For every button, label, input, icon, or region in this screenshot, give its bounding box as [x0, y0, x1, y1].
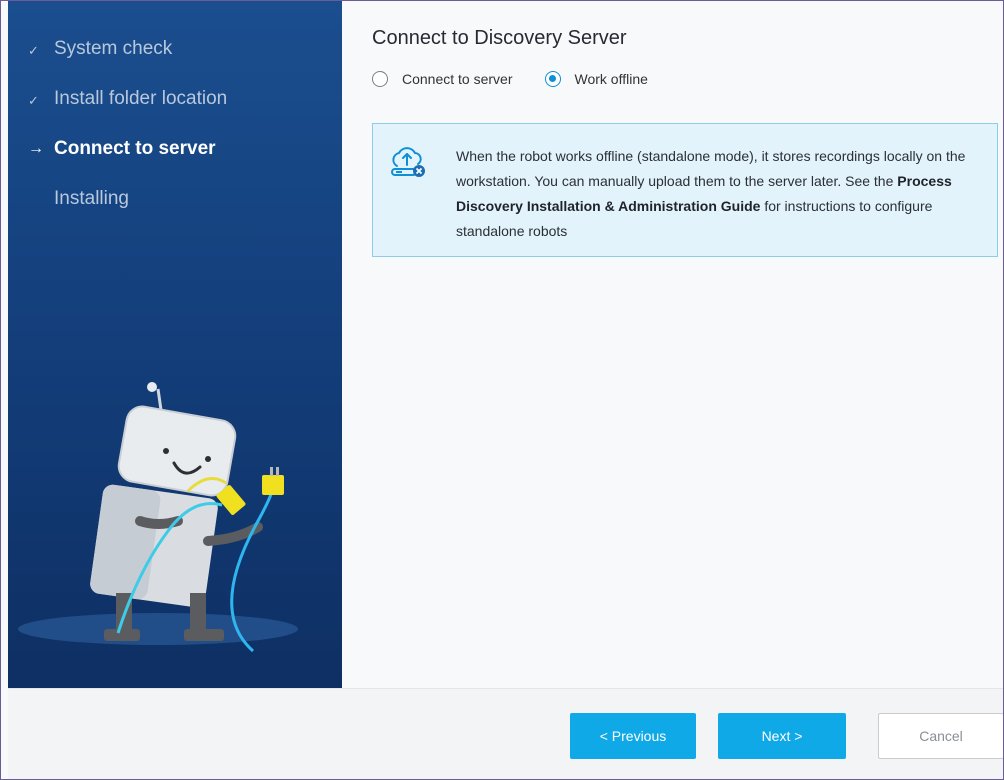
arrow-right-icon: → — [28, 140, 44, 157]
previous-button[interactable]: < Previous — [570, 713, 696, 759]
step-connect-to-server: → Connect to server — [28, 138, 227, 188]
info-box: When the robot works offline (standalone… — [372, 123, 998, 257]
step-system-check: ✓ System check — [28, 38, 227, 88]
info-text: When the robot works offline (standalone… — [456, 144, 976, 244]
main-panel: Connect to Discovery Server Connect to s… — [342, 1, 1003, 688]
page-title: Connect to Discovery Server — [372, 27, 627, 49]
step-label: Install folder location — [54, 88, 228, 109]
radio-label[interactable]: Connect to server — [402, 71, 513, 87]
yellow-plug — [262, 475, 284, 495]
step-list: ✓ System check ✓ Install folder location… — [28, 38, 227, 238]
step-install-folder: ✓ Install folder location — [28, 88, 227, 138]
installer-window: ✓ System check ✓ Install folder location… — [0, 0, 1004, 780]
step-label: System check — [54, 38, 173, 59]
radio-label[interactable]: Work offline — [575, 71, 648, 87]
radio-connect-to-server[interactable]: Connect to server — [372, 71, 513, 87]
checkmark-icon: ✓ — [28, 43, 39, 58]
connection-mode-group: Connect to server Work offline — [372, 71, 680, 87]
next-button[interactable]: Next > — [718, 713, 846, 759]
checkmark-icon: ✓ — [28, 93, 39, 108]
cancel-button[interactable]: Cancel — [878, 713, 1003, 759]
step-label: Connect to server — [54, 138, 216, 159]
radio-unchecked-icon[interactable] — [372, 71, 388, 87]
sidebar: ✓ System check ✓ Install folder location… — [8, 1, 342, 688]
radio-work-offline[interactable]: Work offline — [544, 71, 648, 87]
puddle-shape — [18, 613, 298, 645]
info-text-part1: When the robot works offline (standalone… — [456, 148, 966, 189]
robot-head — [118, 406, 236, 496]
step-label: Installing — [54, 188, 129, 209]
robot-illustration — [18, 382, 298, 653]
footer: < Previous Next > Cancel — [8, 688, 1003, 779]
step-installing: Installing — [28, 188, 227, 238]
radio-checked-icon[interactable] — [544, 71, 561, 87]
cloud-offline-icon — [391, 147, 425, 177]
